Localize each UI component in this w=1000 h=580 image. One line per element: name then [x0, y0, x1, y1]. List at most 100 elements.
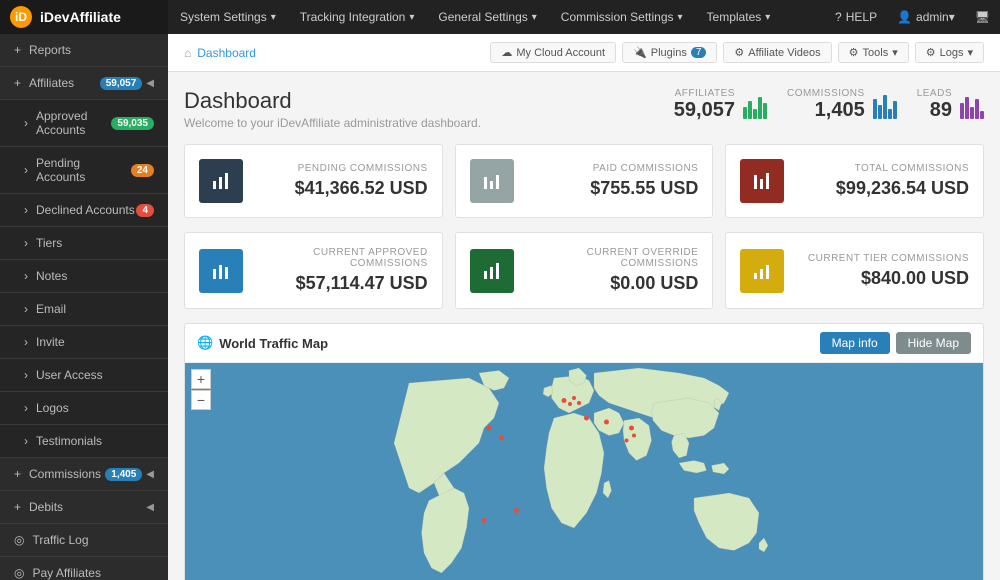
card-label-approved: CURRENT APPROVED COMMISSIONS	[257, 247, 428, 269]
sidebar-item-approved-accounts[interactable]: › Approved Accounts 59,035	[0, 100, 168, 147]
pending-badge: 24	[131, 164, 154, 177]
plugins-button[interactable]: 🔌 Plugins 7	[622, 42, 717, 63]
help-button[interactable]: ? HELP	[825, 0, 887, 34]
card-label-pending: PENDING COMMISSIONS	[257, 163, 428, 174]
declined-badge: 4	[136, 204, 154, 217]
sidebar-item-traffic-log[interactable]: ◎ Traffic Log	[0, 524, 168, 557]
zoom-out-button[interactable]: −	[191, 390, 211, 410]
card-value-pending: $41,366.52 USD	[257, 178, 428, 199]
tools-button[interactable]: ⚙ Tools ▾	[838, 42, 909, 63]
nav-right: ? HELP 👤 admin ▾ 🖥	[825, 0, 1000, 34]
nav-general-settings[interactable]: General Settings ▾	[426, 0, 548, 34]
card-label-tier: CURRENT TIER COMMISSIONS	[798, 253, 969, 264]
admin-button[interactable]: 👤 admin ▾	[887, 0, 965, 34]
breadcrumb-bar: ⌂ Dashboard ☁ My Cloud Account 🔌 Plugins…	[168, 34, 1000, 72]
plugin-icon: 🔌	[633, 46, 647, 59]
sidebar-item-tiers[interactable]: › Tiers	[0, 227, 168, 260]
circle-icon: ◎	[14, 566, 24, 580]
circle-icon: ◎	[14, 533, 24, 547]
user-icon: 👤	[897, 10, 912, 24]
collapse-icon: ◀	[146, 502, 154, 513]
sidebar-item-affiliates[interactable]: + Affiliates 59,057 ◀	[0, 67, 168, 100]
sidebar-item-user-access[interactable]: › User Access	[0, 359, 168, 392]
card-override-commissions: CURRENT OVERRIDE COMMISSIONS $0.00 USD	[455, 232, 714, 309]
chevron-icon: ›	[24, 434, 28, 448]
collapse-icon: ◀	[146, 469, 154, 480]
chevron-icon: ›	[24, 368, 28, 382]
card-value-tier: $840.00 USD	[798, 268, 969, 289]
chevron-icon: ›	[24, 269, 28, 283]
chevron-icon: ›	[24, 302, 28, 316]
card-pending-commissions: PENDING COMMISSIONS $41,366.52 USD	[184, 144, 443, 218]
chevron-icon: ›	[24, 401, 28, 415]
my-cloud-account-button[interactable]: ☁ My Cloud Account	[490, 42, 616, 63]
plus-icon: +	[14, 76, 21, 90]
nav-commission-settings[interactable]: Commission Settings ▾	[549, 0, 695, 34]
sidebar-item-invite[interactable]: › Invite	[0, 326, 168, 359]
sidebar-item-declined-accounts[interactable]: › Declined Accounts 4	[0, 194, 168, 227]
app-name: iDevAffiliate	[40, 9, 121, 25]
map-title-text: World Traffic Map	[219, 336, 328, 351]
caret-icon: ▾	[678, 12, 683, 23]
globe-icon: 🌐	[197, 335, 213, 351]
sidebar-item-testimonials[interactable]: › Testimonials	[0, 425, 168, 458]
sidebar-item-pending-accounts[interactable]: › Pending Accounts 24	[0, 147, 168, 194]
commissions-chart	[873, 91, 897, 119]
breadcrumb-link[interactable]: Dashboard	[197, 46, 256, 60]
map-hide-button[interactable]: Hide Map	[896, 332, 971, 354]
page-title: Dashboard	[184, 88, 481, 114]
sidebar-item-debits[interactable]: + Debits ◀	[0, 491, 168, 524]
dashboard-content: Dashboard Welcome to your iDevAffiliate …	[168, 72, 1000, 580]
map-container: + −	[185, 363, 983, 580]
sidebar-item-pay-affiliates[interactable]: ◎ Pay Affiliates	[0, 557, 168, 580]
nav-tracking-integration[interactable]: Tracking Integration ▾	[288, 0, 427, 34]
sidebar-item-email[interactable]: › Email	[0, 293, 168, 326]
card-icon-approved	[199, 249, 243, 293]
caret-icon: ▾	[271, 12, 276, 23]
card-icon-total	[740, 159, 784, 203]
caret-icon: ▾	[949, 10, 955, 24]
video-icon: ⚙	[734, 46, 744, 59]
sidebar-item-reports[interactable]: + Reports	[0, 34, 168, 67]
chevron-icon: ›	[24, 163, 28, 177]
map-header: 🌐 World Traffic Map Map info Hide Map	[185, 324, 983, 363]
sidebar-item-logos[interactable]: › Logos	[0, 392, 168, 425]
sidebar-item-notes[interactable]: › Notes	[0, 260, 168, 293]
cards-row-1: PENDING COMMISSIONS $41,366.52 USD PAID …	[184, 144, 984, 218]
stat-affiliates: AFFILIATES 59,057	[674, 88, 767, 122]
card-value-total: $99,236.54 USD	[798, 178, 969, 199]
monitor-icon: 🖥	[975, 10, 990, 24]
logs-button[interactable]: ⚙ Logs ▾	[915, 42, 984, 63]
world-map-svg	[185, 363, 983, 580]
cloud-icon: ☁	[501, 46, 512, 59]
zoom-in-button[interactable]: +	[191, 369, 211, 389]
card-label-override: CURRENT OVERRIDE COMMISSIONS	[528, 247, 699, 269]
layout: + Reports + Affiliates 59,057 ◀ › Approv…	[0, 34, 1000, 580]
breadcrumb: ⌂ Dashboard	[184, 46, 256, 60]
caret-icon: ▾	[532, 12, 537, 23]
map-actions: Map info Hide Map	[820, 332, 971, 354]
card-label-paid: PAID COMMISSIONS	[528, 163, 699, 174]
nav-templates[interactable]: Templates ▾	[695, 0, 783, 34]
logo-icon: iD	[10, 6, 32, 28]
caret-icon: ▾	[892, 46, 898, 59]
sidebar: + Reports + Affiliates 59,057 ◀ › Approv…	[0, 34, 168, 580]
plus-icon: +	[14, 43, 21, 57]
affiliate-videos-button[interactable]: ⚙ Affiliate Videos	[723, 42, 831, 63]
map-info-button[interactable]: Map info	[820, 332, 890, 354]
card-value-approved: $57,114.47 USD	[257, 273, 428, 294]
dashboard-title-block: Dashboard Welcome to your iDevAffiliate …	[184, 88, 481, 130]
card-value-paid: $755.55 USD	[528, 178, 699, 199]
tools-icon: ⚙	[849, 46, 859, 59]
page-subtitle: Welcome to your iDevAffiliate administra…	[184, 116, 481, 130]
app-logo[interactable]: iD iDevAffiliate	[0, 0, 168, 34]
sidebar-item-commissions[interactable]: + Commissions 1,405 ◀	[0, 458, 168, 491]
commissions-badge: 1,405	[105, 468, 142, 481]
approved-badge: 59,035	[111, 117, 154, 130]
card-icon-paid	[470, 159, 514, 203]
main-content: ⌂ Dashboard ☁ My Cloud Account 🔌 Plugins…	[168, 34, 1000, 580]
monitor-button[interactable]: 🖥	[965, 0, 1000, 34]
help-icon: ?	[835, 10, 842, 24]
collapse-icon: ◀	[146, 78, 154, 89]
nav-system-settings[interactable]: System Settings ▾	[168, 0, 288, 34]
